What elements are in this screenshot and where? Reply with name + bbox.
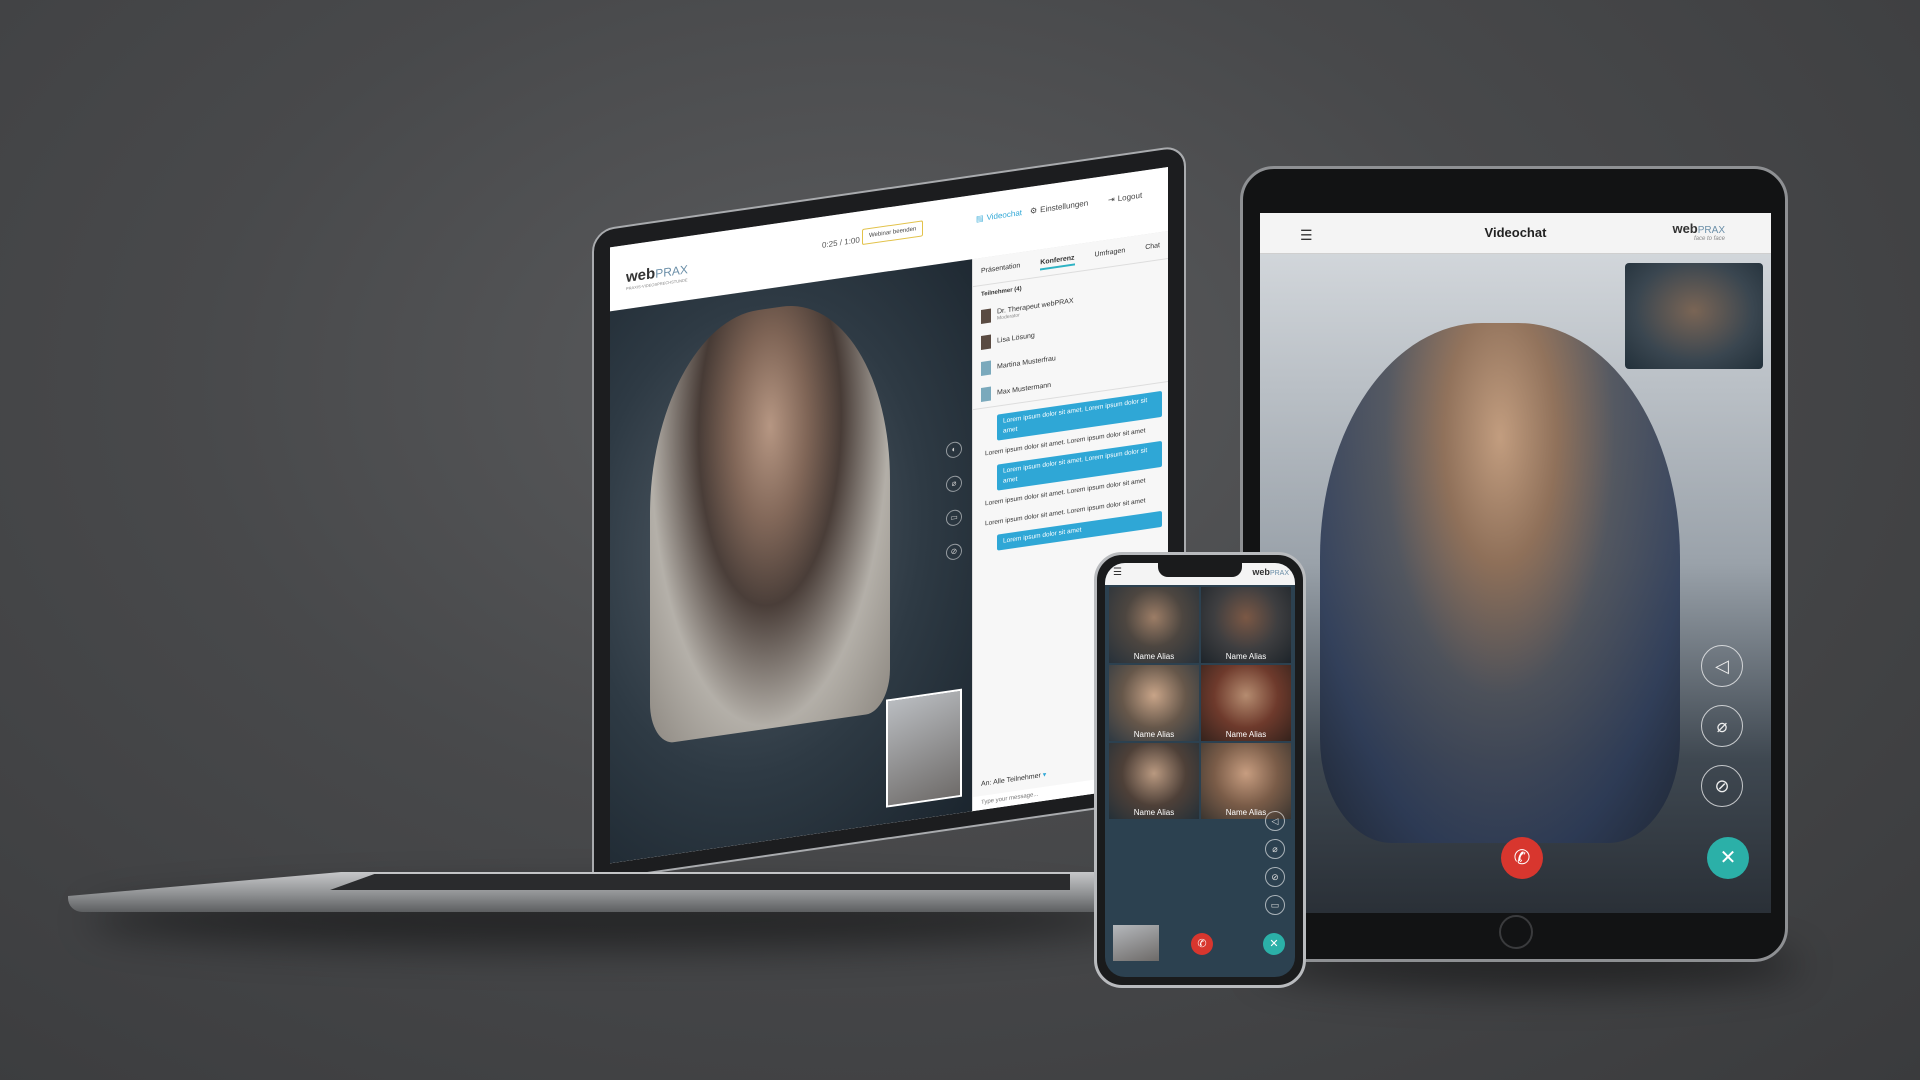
self-view-thumbnail[interactable] [886, 688, 962, 808]
camera-off-icon[interactable]: ⊘ [1265, 867, 1285, 887]
speaker-icon[interactable]: ◁ [1265, 811, 1285, 831]
participant-tile[interactable]: Name Alias [1201, 587, 1291, 663]
webprax-logo: webPRAX [1252, 567, 1289, 577]
webprax-logo: webPRAX face to face [1672, 221, 1725, 242]
speaker-icon[interactable]: ◁ [1701, 645, 1743, 687]
nav-logout-label: Logout [1117, 190, 1143, 204]
participant-name: Martina Musterfrau [997, 354, 1056, 371]
participant-tile[interactable]: Name Alias [1109, 665, 1199, 741]
tab-presentation[interactable]: Präsentation [981, 262, 1020, 279]
camera-off-icon[interactable]: ⊘ [1701, 765, 1743, 807]
logo-accent: PRAX [1269, 570, 1289, 577]
participant-name: Name Alias [1225, 652, 1267, 661]
mic-off-icon[interactable]: ⌀ [1265, 839, 1285, 859]
tablet-video-person [1320, 323, 1680, 843]
self-view-thumbnail[interactable] [1625, 263, 1763, 369]
phone-screen: ☰ webPRAX Name Alias Name Alias Name Ali… [1105, 563, 1295, 977]
avatar [981, 334, 991, 350]
recipient-value: Alle Teilnehmer [993, 772, 1041, 787]
participant-name: Name Alias [1133, 808, 1175, 817]
chat-icon[interactable]: ▭ [946, 508, 962, 527]
nav-logout[interactable]: ⇥ Logout [1108, 191, 1142, 205]
logo-main: web [1672, 221, 1698, 236]
participant-name: Name Alias [1133, 652, 1175, 661]
avatar [981, 360, 991, 376]
phone-device: ☰ webPRAX Name Alias Name Alias Name Ali… [1094, 552, 1306, 988]
chat-icon[interactable]: ▭ [1265, 895, 1285, 915]
video-person [650, 291, 890, 746]
avatar [981, 386, 991, 402]
participant-tile[interactable]: Name Alias [1201, 665, 1291, 741]
tab-polls[interactable]: Umfragen [1094, 247, 1125, 262]
logout-icon: ⇥ [1108, 194, 1115, 205]
home-button[interactable] [1499, 915, 1533, 949]
nav-settings-label: Einstellungen [1040, 198, 1089, 215]
close-icon: ✕ [1719, 847, 1737, 869]
nav-videochat[interactable]: ▤ Videochat [976, 208, 1022, 224]
tab-chat[interactable]: Chat [1145, 242, 1160, 255]
close-icon: ✕ [1269, 938, 1279, 950]
chevron-down-icon: ▾ [1042, 771, 1047, 780]
participant-tile[interactable]: Name Alias [1109, 743, 1199, 819]
participant-name: Name Alias [1133, 730, 1175, 739]
phone-hangup-icon: ✆ [1513, 847, 1531, 869]
main-video-feed: ◐ ⌀ ▭ ⊘ [610, 259, 972, 864]
hamburger-icon[interactable]: ☰ [1113, 567, 1122, 578]
avatar [981, 308, 991, 324]
self-view-thumbnail[interactable] [1113, 925, 1159, 961]
webprax-logo: webPRAX PRAXIS-VIDEOSPRECHSTUNDE [626, 260, 688, 291]
recipient-label: An: [981, 779, 992, 788]
nav-settings[interactable]: ⚙ Einstellungen [1030, 198, 1088, 215]
phone-notch [1158, 563, 1242, 577]
hangup-button[interactable]: ✆ [1191, 933, 1213, 955]
hangup-button[interactable]: ✆ [1501, 837, 1543, 879]
participant-name: Max Mustermann [997, 381, 1052, 397]
gear-icon: ⚙ [1030, 205, 1038, 216]
phone-hangup-icon: ✆ [1197, 938, 1207, 950]
logo-main: web [1252, 567, 1270, 577]
participant-name: Lisa Lösung [997, 331, 1035, 345]
mic-off-icon[interactable]: ⌀ [1701, 705, 1743, 747]
videochat-icon: ▤ [976, 213, 984, 224]
end-webinar-button[interactable]: Webinar beenden [862, 220, 924, 246]
tab-conference[interactable]: Konferenz [1040, 254, 1075, 271]
mic-off-icon[interactable]: ⌀ [946, 474, 962, 493]
laptop-keyboard [330, 874, 1070, 890]
tablet-screen: ☰ Videochat webPRAX face to face ◁ ⌀ ⊘ ✆… [1260, 213, 1771, 913]
participant-tile[interactable]: Name Alias [1201, 743, 1291, 819]
chat-log: Lorem ipsum dolor sit amet. Lorem ipsum … [973, 380, 1168, 555]
tablet-header: ☰ Videochat webPRAX face to face [1260, 213, 1771, 254]
laptop-screen: webPRAX PRAXIS-VIDEOSPRECHSTUNDE 0:25 / … [610, 166, 1168, 864]
participant-name: Name Alias [1225, 730, 1267, 739]
participant-tile[interactable]: Name Alias [1109, 587, 1199, 663]
close-button[interactable]: ✕ [1263, 933, 1285, 955]
close-button[interactable]: ✕ [1707, 837, 1749, 879]
speaker-icon[interactable]: ◐ [946, 440, 962, 459]
logo-accent: PRAX [1697, 225, 1725, 236]
nav-videochat-label: Videochat [986, 208, 1022, 223]
tablet-device: ☰ Videochat webPRAX face to face ◁ ⌀ ⊘ ✆… [1240, 166, 1788, 962]
participant-grid: Name Alias Name Alias Name Alias Name Al… [1109, 587, 1291, 819]
camera-off-icon[interactable]: ⊘ [946, 542, 962, 561]
session-timer: 0:25 / 1:00 [822, 235, 860, 250]
logo-tagline: face to face [1693, 236, 1725, 242]
